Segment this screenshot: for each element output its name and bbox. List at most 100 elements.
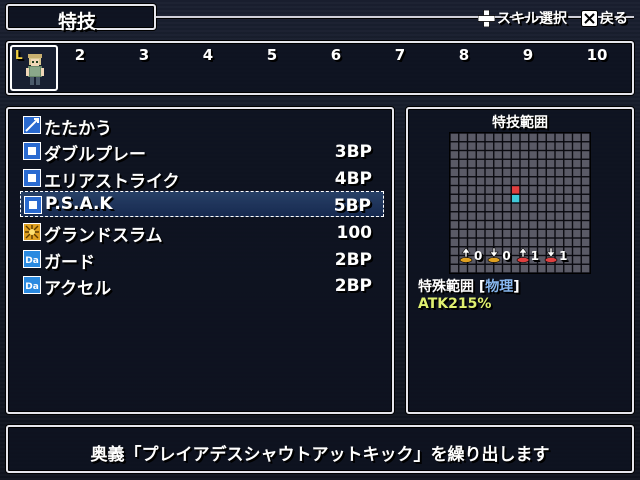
skill-name: ダブルプレー [44,145,146,165]
skill-row-grand-slam[interactable]: グランドスラム 100 [20,219,384,246]
range-cell [485,168,494,177]
range-cell [546,212,555,220]
hint-back[interactable]: 戻る [581,8,628,28]
range-cell [529,221,537,229]
range-cell [573,177,581,185]
range-cell [573,194,581,203]
range-cell [529,133,537,142]
range-cell [573,168,581,177]
range-cell [520,133,529,142]
range-cell [450,238,459,247]
count-ally-2: 0 [486,247,511,263]
range-cell [468,168,476,177]
range-cell [476,221,485,229]
range-cell [511,203,520,212]
skill-row-psak-selected[interactable]: P.S.A.K 5BP [20,191,384,217]
range-cell [485,159,494,168]
range-cell [529,212,537,220]
skill-row-double-play[interactable]: ダブルプレー 3BP [20,138,384,165]
slot-leader[interactable]: L [10,45,58,91]
range-cell [555,177,564,185]
slot-8[interactable]: 8 [454,46,474,64]
range-cell [573,159,581,168]
skill-description: 奥義「プレイアデスシャウトアットキック」を繰り出します [90,445,550,465]
skill-row-accel[interactable]: Da アクセル 2BP [20,272,384,299]
range-cell [476,229,485,238]
range-cell [564,142,572,150]
range-cell [581,256,590,264]
range-cell [468,212,476,220]
slot-6[interactable]: 6 [326,46,346,64]
range-cell [546,186,555,194]
skill-name: たたかう [44,119,112,139]
slot-10[interactable]: 10 [584,46,610,64]
range-cell [485,238,494,247]
count-value: 1 [559,249,568,263]
range-cell [485,151,494,159]
range-cell [494,168,502,177]
slot-7[interactable]: 7 [390,46,410,64]
range-cell [494,229,502,238]
range-cell [555,186,564,194]
range-cell [459,151,467,159]
range-cell [555,238,564,247]
range-cell [573,247,581,255]
range-cell [468,238,476,247]
skill-row-guard[interactable]: Da ガード 2BP [20,246,384,273]
skill-row-area-strike[interactable]: エリアストライク 4BP [20,165,384,192]
hint-skill-select[interactable]: スキル選択 [478,8,567,28]
skill-range-panel: 特技範囲 0 0 1 1 特殊範囲 [物理] ATK215% [406,107,634,414]
range-cell [511,238,520,247]
range-cell [520,159,529,168]
range-cell [573,221,581,229]
range-cell [564,238,572,247]
range-cell [564,264,572,273]
range-cell [520,177,529,185]
range-cell [450,247,459,255]
range-cell [538,151,546,159]
range-cell [511,194,520,203]
slot-5[interactable]: 5 [262,46,282,64]
range-cell [459,238,467,247]
range-cell [555,229,564,238]
enemy-marker-icon [544,247,558,263]
range-cell [494,264,502,273]
range-cell [503,203,511,212]
slot-2[interactable]: 2 [70,46,90,64]
count-value: 1 [530,249,540,263]
range-cell [494,203,502,212]
skill-row-attack[interactable]: たたかう [20,112,384,139]
range-cell [494,177,502,185]
range-cell [546,177,555,185]
range-cell [468,203,476,212]
range-cell [511,264,520,273]
slot-4[interactable]: 4 [198,46,218,64]
range-cell [538,212,546,220]
range-cell [546,168,555,177]
range-cell [450,212,459,220]
skill-name: グランドスラム [44,226,163,246]
range-cell [450,151,459,159]
range-cell [529,168,537,177]
range-cell [459,229,467,238]
range-cell [485,264,494,273]
range-cell [555,264,564,273]
da-icon: Da [22,275,42,295]
range-cell [564,177,572,185]
range-cell [564,203,572,212]
range-cell [529,238,537,247]
skill-cost: 100 [336,223,373,243]
count-enemy-1: 1 [515,247,539,263]
skill-name: P.S.A.K [45,194,113,214]
range-cell [546,159,555,168]
slot-9[interactable]: 9 [518,46,538,64]
range-cell [555,168,564,177]
slot-3[interactable]: 3 [134,46,154,64]
range-cell [520,151,529,159]
range-cell [538,264,546,273]
count-value: 0 [474,249,483,263]
range-cell [503,151,511,159]
range-cell [511,229,520,238]
range-cell [476,133,485,142]
range-cell [511,177,520,185]
